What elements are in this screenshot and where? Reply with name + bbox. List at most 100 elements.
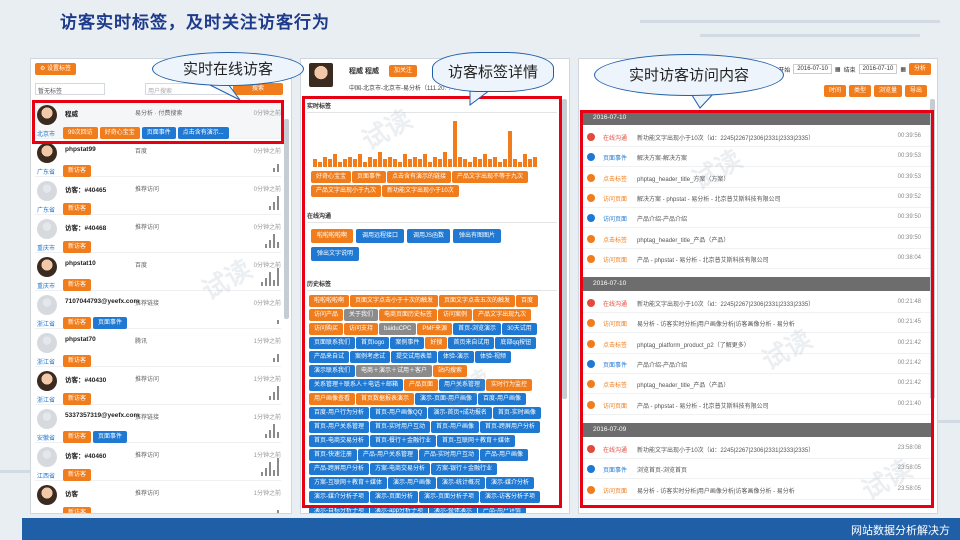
visitor-tag[interactable]: 新访客 [63,507,92,513]
history-tag[interactable]: 访问购买 [309,323,344,335]
visitor-name[interactable]: 程威 [65,108,78,118]
realtime-tag[interactable]: 产品文字出现小于九次 [311,185,382,197]
end-date-input[interactable]: 2016-07-10 [858,64,898,74]
visitor-tag[interactable]: 新访客 [63,203,92,215]
realtime-tag[interactable]: 点击含有演示的链接 [387,171,452,183]
visitor-row[interactable]: 访客：#40465 推荐访问 0分钟之前 广东省 新访客 [35,177,281,215]
visitor-tag[interactable]: 页面事件 [93,431,128,443]
history-tag[interactable]: 首页-跨屏用户分析 [480,421,540,433]
history-tag[interactable]: 演示-app分析子项 [370,505,429,513]
timeline-row[interactable]: 点击标签 phptag_header_title_产品（产品） 00:21:42 [583,374,931,395]
start-date-input[interactable]: 2016-07-10 [793,64,832,74]
calendar-icon[interactable]: ▦ [900,66,906,73]
visitor-row[interactable]: 5337357319@yeefx.com 推荐链接 1分钟之前 安徽省 新访客 页面事件 [35,405,281,443]
timeline-row[interactable]: 访问页面 产品 - phpstat - 易分析 - 北京普艾斯科技有限公司 00:2… [583,395,931,415]
visitor-tag[interactable]: 好奇心宝宝 [99,127,140,139]
timeline-row[interactable]: 在线沟通 新功能文字出现小于10次（id：2245|2267|2306|2331|… [583,439,931,459]
follow-button[interactable]: 加关注 [389,65,418,77]
history-tag[interactable]: 方案-互联网＋教育＋媒体 [309,477,387,489]
history-tag[interactable]: 用户关系管理 [439,379,486,391]
realtime-tag[interactable]: 新功能文字出现小于10次 [382,185,459,197]
history-tag[interactable]: 演示-整体演示 [429,505,478,513]
history-tag[interactable]: baiduCPC [379,323,417,335]
visitor-row[interactable]: 程威 易分析 · 付费搜索 0分钟之前 北京市 99次回访 好奇心宝宝 页面事件 点击含有演示… [35,101,281,139]
timeline-row[interactable]: 访问页面 易分析 - 访客实时分析|用户画像分析|访客画像分析 - 易分析 23:5… [583,480,931,500]
history-tag[interactable]: 体验-视频 [475,351,512,363]
history-tag[interactable]: 首页-快速注册 [309,449,357,461]
visitor-tag[interactable]: 新访客 [63,165,92,177]
visitor-tag[interactable]: 新访客 [63,241,92,253]
tags-scrollbar[interactable] [562,99,567,399]
visitor-tag[interactable]: 新访客 [63,317,92,329]
visitor-row[interactable]: phpstat10 百度 0分钟之前 重庆市 新访客 [35,253,281,291]
timeline-row[interactable]: 在线沟通 新功能文字出现小于10次（id：2245|2267|2306|2331|… [583,127,931,147]
visitor-tag[interactable]: 新访客 [63,279,92,291]
history-tag[interactable]: 演示-媒介分析 [486,477,534,489]
filter-button[interactable]: 导出 [904,85,927,97]
history-tag[interactable]: 产品-用户详情 [478,505,527,513]
history-tag[interactable]: 用户画像查看 [309,393,356,405]
history-tag[interactable]: 页面联系我们 [309,337,356,349]
history-tag[interactable]: 首页-电商交易分析 [309,435,369,447]
timeline-row[interactable]: 页面事件 产品介绍-产品介绍 00:21:42 [583,354,931,374]
visitor-name[interactable]: 访客：#40430 [65,374,106,384]
timeline-scrollbar[interactable] [930,99,935,399]
talk-button[interactable]: 弹出文字说明 [311,247,360,261]
history-tag[interactable]: 演示-媒介分析子项 [309,491,369,503]
history-tag[interactable]: 提交试用表单 [391,351,438,363]
history-tag[interactable]: 百度-用户画像 [478,393,527,405]
history-tag[interactable]: 首页-用户关系管理 [309,421,369,433]
realtime-tag[interactable]: 好奇心宝宝 [311,171,352,183]
history-tag[interactable]: 演示-页面分析子项 [419,491,479,503]
visitor-tag[interactable]: 页面事件 [141,127,176,139]
history-tag[interactable]: 百度-用户行为分析 [309,407,369,419]
history-tag[interactable]: 首页logo [356,337,390,349]
analyze-button[interactable]: 分析 [908,63,931,75]
history-tag[interactable]: 实时行为监控 [486,379,533,391]
visitor-name[interactable]: 访客：#40468 [65,222,106,232]
history-tag[interactable]: 演示联系我们 [309,365,356,377]
history-tag[interactable]: 访问案例 [438,309,473,321]
tag-filter-select[interactable]: 暂无标签 [35,83,105,95]
visitor-tag[interactable]: 99次回访 [63,127,98,139]
visitor-tag[interactable]: 页面事件 [93,317,128,329]
calendar-icon[interactable]: ▦ [835,66,841,73]
visitor-tag[interactable]: 新访客 [63,393,92,405]
timeline-row[interactable]: 访问页面 解决方案 - phpstat - 易分析 - 北京普艾斯科技有限公司 00… [583,188,931,208]
history-tag[interactable]: 30天试用 [502,323,537,335]
history-tag[interactable]: 首页-餐行＋金融行业 [370,435,436,447]
timeline-row[interactable]: 点击标签 phptag_header_title_产品（产品） 00:39:50 [583,229,931,249]
timeline-row[interactable]: 在线沟通 新功能文字出现小于10次（id：2245|2267|2306|2331|… [583,293,931,314]
visitor-row[interactable]: 访客：#40430 推荐访问 1分钟之前 浙江省 新访客 [35,367,281,405]
history-tag[interactable]: 产品-跨屏用户分析 [309,463,369,475]
timeline-row[interactable]: 点击标签 phptag_header_title_方案（方案） 00:39:53 [583,168,931,188]
history-tag[interactable]: 首页-用户画像QQ [370,407,428,419]
history-tag[interactable]: 演示-页面分析 [370,491,418,503]
history-tag[interactable]: 产品文字出现九次 [473,309,532,321]
visitor-row[interactable]: 访客：#40468 推荐访问 0分钟之前 重庆市 新访客 [35,215,281,253]
history-tag[interactable]: 演示-用户画像 [388,477,436,489]
talk-button[interactable]: 啦啦啦啦啊 [311,229,354,243]
history-tag[interactable]: 电商页面历史标签 [379,309,438,321]
history-tag[interactable]: 页面文字点击五次的触发 [439,295,516,307]
visitor-tag[interactable]: 新访客 [63,431,92,443]
talk-button[interactable]: 调用远程接口 [356,229,405,243]
history-tag[interactable]: 首页-浏览演示 [453,323,502,335]
filter-button[interactable]: 浏览量 [873,85,902,97]
history-tag[interactable]: 电商＋演示＋试用＋客户 [356,365,433,377]
history-tag[interactable]: 产品页面 [404,379,439,391]
history-tag[interactable]: 产品-用户关系管理 [358,449,418,461]
realtime-tag[interactable]: 产品文字出现不等于九次 [452,171,529,183]
history-tag[interactable]: 演示-首页+成功报名 [428,407,492,419]
history-tag[interactable]: 首页-实时画像 [492,407,541,419]
talk-button[interactable]: 弹出有图图片 [453,229,502,243]
history-tag[interactable]: 关系管理＋联系人＋电话＋邮箱 [309,379,404,391]
history-tag[interactable]: 首页数据报表演示 [356,393,415,405]
history-tag[interactable]: 案例事件 [390,337,425,349]
timeline-row[interactable]: 访问页面 产品介绍-产品介绍 00:39:50 [583,208,931,229]
filter-button[interactable]: 类型 [848,85,871,97]
history-tag[interactable]: 演示-统计概况 [437,477,485,489]
talk-button[interactable]: 调用JS函数 [407,229,451,243]
history-tag[interactable]: 方案-电商交易分析 [370,463,430,475]
visitor-name[interactable]: 访客 [65,488,78,498]
